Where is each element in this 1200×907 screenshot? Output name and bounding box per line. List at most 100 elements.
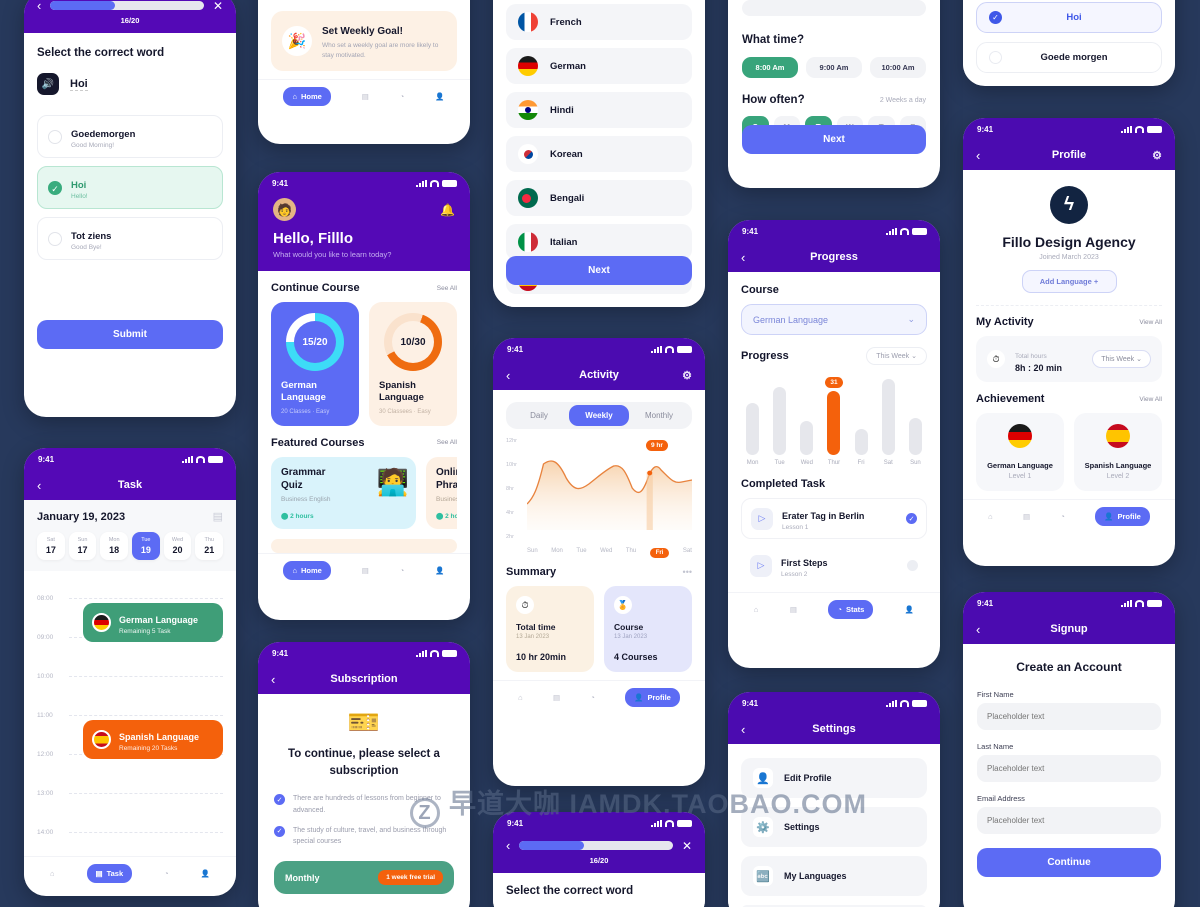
bottom-tabbar[interactable]: ⌂ Home ▤ ◔ 👤 — [258, 78, 470, 115]
tab-stats[interactable]: ◔ — [1060, 512, 1065, 521]
language-item[interactable]: German — [506, 48, 692, 84]
completed-task-row[interactable]: ▷ Erater Tag in Berlin Lesson 1 ✓ — [741, 498, 927, 539]
tab-home[interactable]: ⌂ — [518, 693, 523, 702]
settings-item-settings[interactable]: ⚙️ Settings — [741, 807, 927, 847]
next-button[interactable]: Next — [742, 125, 926, 154]
tab-task[interactable]: ▤ — [553, 693, 560, 702]
tab-profile[interactable]: 👤 — [905, 605, 914, 614]
tab-stats[interactable]: ◔ — [164, 869, 169, 878]
quiz-option-selected[interactable]: ✓ Hoi — [976, 2, 1162, 33]
tab-stats[interactable]: ◔ — [590, 693, 595, 702]
plan-card-monthly[interactable]: Monthly 1 week free trial — [274, 861, 454, 895]
language-item[interactable]: Bengali — [506, 180, 692, 216]
tab-stats[interactable]: ◔ Stats — [828, 600, 874, 619]
calendar-day-selected[interactable]: Tue 19 — [132, 532, 160, 560]
tab-profile[interactable]: 👤 Profile — [1095, 507, 1150, 526]
language-item[interactable]: Italian — [506, 224, 692, 260]
achievement-card[interactable]: Spanish Language Level 2 — [1074, 413, 1162, 491]
view-all-link[interactable]: View All — [1139, 396, 1162, 403]
radio-icon[interactable] — [48, 129, 62, 144]
next-button[interactable]: Next — [506, 256, 692, 285]
time-chip[interactable]: 9:00 Am — [806, 57, 862, 78]
email-field[interactable] — [977, 807, 1161, 834]
tab-profile[interactable]: 👤 — [435, 566, 444, 575]
tab-task[interactable]: ▤ Task — [86, 864, 133, 883]
segment-daily[interactable]: Daily — [509, 405, 569, 426]
achievement-card[interactable]: German Language Level 1 — [976, 413, 1064, 491]
range-selector[interactable]: This Week ⌄ — [866, 347, 927, 365]
back-icon[interactable]: ‹ — [741, 722, 745, 737]
settings-item-edit-profile[interactable]: 👤 Edit Profile — [741, 758, 927, 798]
see-all-link[interactable]: See All — [437, 285, 457, 292]
tab-home[interactable]: ⌂ — [988, 512, 993, 521]
more-icon[interactable]: ••• — [683, 567, 692, 577]
time-chip[interactable]: 10:00 Am — [870, 57, 926, 78]
bottom-tabbar[interactable]: ⌂ ▤ ◔ 👤 Profile — [963, 499, 1175, 535]
language-item[interactable]: French — [506, 4, 692, 40]
featured-card[interactable]: Online Phrase Business ⬤ 2 hou — [426, 456, 457, 529]
course-select[interactable]: German Language ⌄ — [741, 304, 927, 335]
see-all-link[interactable]: See All — [437, 439, 457, 446]
language-item[interactable]: Korean — [506, 136, 692, 172]
speaker-icon[interactable]: 🔊 — [37, 73, 59, 95]
tab-task[interactable]: ▤ — [790, 605, 797, 614]
featured-card[interactable]: Grammar Quiz Business English ⬤ 2 hours … — [271, 456, 416, 529]
course-card[interactable]: 10/30 Spanish Language 30 Classees · Eas… — [369, 302, 457, 426]
bottom-tabbar[interactable]: ⌂ Home ▤ ◔ 👤 — [258, 552, 470, 589]
radio-icon[interactable] — [48, 231, 62, 246]
calendar-day[interactable]: Thu 21 — [195, 532, 224, 560]
tab-task[interactable]: ▤ — [1023, 512, 1030, 521]
calendar-day[interactable]: Mon 18 — [100, 532, 129, 560]
tab-home[interactable]: ⌂ Home — [283, 560, 331, 580]
settings-item-languages[interactable]: 🔤 My Languages — [741, 856, 927, 896]
tab-home[interactable]: ⌂ — [754, 605, 759, 614]
back-icon[interactable]: ‹ — [271, 672, 275, 687]
segment-weekly[interactable]: Weekly — [569, 405, 629, 426]
back-icon[interactable]: ‹ — [741, 250, 745, 265]
weekly-goal-card[interactable]: 🎉 Set Weekly Goal! Who set a weekly goal… — [271, 11, 457, 71]
tab-profile[interactable]: 👤 — [201, 869, 210, 878]
bottom-tabbar[interactable]: ⌂ ▤ Task ◔ 👤 — [24, 856, 236, 892]
bell-icon[interactable]: 🔔 — [440, 203, 455, 217]
task-event[interactable]: German Language Remaining 5 Task — [83, 603, 223, 642]
avatar[interactable]: 🧑 — [273, 198, 296, 221]
tab-stats[interactable]: ◔ — [400, 92, 405, 101]
back-icon[interactable]: ‹ — [506, 838, 510, 853]
range-selector[interactable]: This Week ⌄ — [1092, 350, 1151, 368]
tab-home[interactable]: ⌂ — [50, 869, 55, 878]
tab-home[interactable]: ⌂ Home — [283, 86, 331, 106]
chevron-down-icon[interactable]: ⌄ — [907, 314, 915, 325]
quiz-option[interactable]: Goede morgen — [976, 42, 1162, 73]
calendar-day[interactable]: Sun 17 — [68, 532, 97, 560]
calendar-day[interactable]: Sat 17 — [37, 532, 65, 560]
task-event[interactable]: Spanish Language Remaining 20 Tasks — [83, 720, 223, 759]
calendar-icon[interactable]: ▤ — [213, 510, 223, 523]
tab-profile[interactable]: 👤 — [435, 92, 444, 101]
back-icon[interactable]: ‹ — [37, 0, 41, 13]
segment-monthly[interactable]: Monthly — [629, 405, 689, 426]
close-icon[interactable]: ✕ — [213, 0, 223, 13]
submit-button[interactable]: Submit — [37, 320, 223, 349]
completed-task-row[interactable]: ▷ First Steps Lesson 2 — [741, 546, 927, 585]
bottom-tabbar[interactable]: ⌂ ▤ ◔ 👤 Profile — [493, 680, 705, 716]
quiz-option[interactable]: Tot ziens Good Bye! — [37, 217, 223, 260]
first-name-field[interactable] — [977, 703, 1161, 730]
calendar-day[interactable]: Wed 20 — [163, 532, 192, 560]
course-card[interactable]: 15/20 German Language 20 Classes · Easy — [271, 302, 359, 426]
continue-button[interactable]: Continue — [977, 848, 1161, 877]
back-icon[interactable]: ‹ — [976, 622, 980, 637]
bottom-tabbar[interactable]: ⌂ ▤ ◔ Stats 👤 — [728, 592, 940, 628]
language-item[interactable]: Hindi — [506, 92, 692, 128]
tab-stats[interactable]: ◔ — [400, 566, 405, 575]
gear-icon[interactable]: ⚙ — [682, 369, 692, 382]
time-chip-selected[interactable]: 8:00 Am — [742, 57, 798, 78]
view-all-link[interactable]: View All — [1139, 319, 1162, 326]
add-language-button[interactable]: Add Language + — [1021, 270, 1117, 293]
tab-task[interactable]: ▤ — [362, 566, 369, 575]
back-icon[interactable]: ‹ — [37, 478, 41, 493]
quiz-option[interactable]: Hoi Hello! — [37, 166, 223, 209]
check-icon[interactable] — [48, 180, 62, 195]
back-icon[interactable]: ‹ — [976, 148, 980, 163]
tab-profile[interactable]: 👤 Profile — [625, 688, 680, 707]
time-chips[interactable]: 8:00 Am 9:00 Am 10:00 Am — [742, 57, 926, 78]
